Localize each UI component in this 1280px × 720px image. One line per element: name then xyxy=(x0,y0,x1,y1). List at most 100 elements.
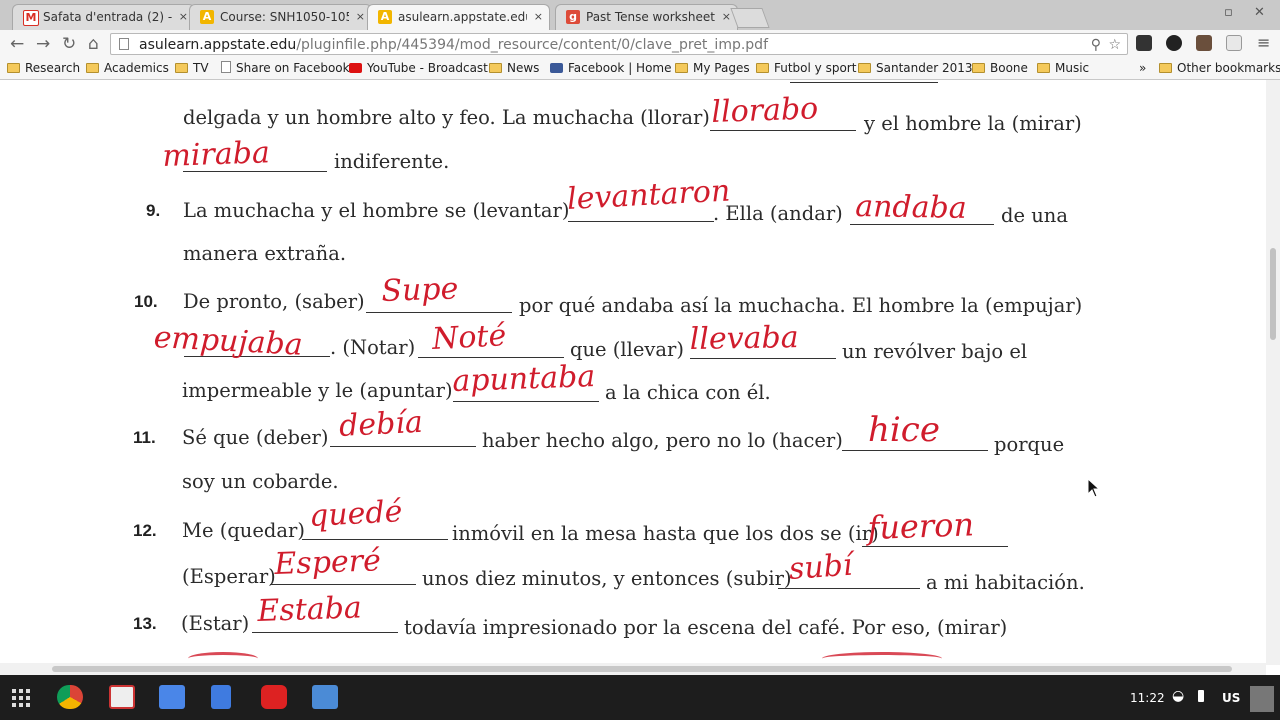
keyboard-layout: US xyxy=(1222,691,1241,705)
tab-title: asulearn.appstate.edu/p xyxy=(398,10,527,24)
answer-blank xyxy=(568,221,714,223)
extension-icon[interactable] xyxy=(1166,35,1182,51)
bookmark-facebook-home[interactable]: Facebook | Home xyxy=(550,61,672,76)
bookmark-academics[interactable]: Academics xyxy=(86,61,169,76)
youtube-icon[interactable] xyxy=(261,685,287,709)
close-icon[interactable]: × xyxy=(534,10,543,24)
clock: 11:22 xyxy=(1130,691,1165,705)
tab-gmail[interactable]: M Safata d'entrada (2) - bre × xyxy=(12,4,195,30)
answer-saber: Supe xyxy=(380,271,459,309)
bookmarks-overflow-button[interactable]: » xyxy=(1139,61,1146,76)
asulearn-icon: A xyxy=(200,10,214,24)
back-icon[interactable]: ← xyxy=(10,34,24,54)
docs-icon[interactable] xyxy=(211,685,231,709)
mouse-cursor-icon xyxy=(1087,478,1101,498)
tab-strip: M Safata d'entrada (2) - bre × A Course:… xyxy=(0,0,1280,31)
instagram-icon[interactable] xyxy=(1196,35,1212,51)
scrollbar-thumb[interactable] xyxy=(52,666,1232,672)
bookmark-star-icon[interactable]: ☆ xyxy=(1108,37,1121,53)
asulearn-icon: A xyxy=(378,10,392,24)
answer-blank xyxy=(710,130,856,132)
answer-llevar: llevaba xyxy=(689,320,799,357)
tab-title: Past Tense worksheet B xyxy=(586,10,715,24)
bookmark-youtube[interactable]: YouTube - Broadcast xyxy=(349,61,488,76)
home-icon[interactable]: ⌂ xyxy=(88,34,99,54)
bookmark-label: My Pages xyxy=(693,61,750,75)
gmail-icon[interactable] xyxy=(109,685,135,709)
worksheet-line: unos diez minutos, y entonces (subir) xyxy=(422,567,792,590)
toolbar: ← → ↻ ⌂ asulearn.appstate.edu/pluginfile… xyxy=(0,30,1280,58)
answer-blank xyxy=(453,401,599,403)
other-bookmarks[interactable]: Other bookmarks xyxy=(1159,61,1280,76)
answer-blank xyxy=(790,82,938,84)
files-icon[interactable] xyxy=(312,685,338,709)
address-bar[interactable]: asulearn.appstate.edu/pluginfile.php/445… xyxy=(110,33,1128,55)
tab-pdf[interactable]: A asulearn.appstate.edu/p × xyxy=(367,4,550,31)
gmail-icon: M xyxy=(23,10,39,26)
worksheet-line: . Ella (andar) xyxy=(713,202,843,225)
bookmark-label: TV xyxy=(193,61,209,75)
answer-blank xyxy=(418,357,564,359)
horizontal-scrollbar[interactable] xyxy=(0,663,1266,675)
app-launcher-icon[interactable] xyxy=(12,689,30,707)
google-search-icon[interactable] xyxy=(159,685,185,709)
tab-title: Course: SNH1050-105_[I xyxy=(220,10,349,24)
folder-icon xyxy=(858,63,871,73)
answer-estar: Estaba xyxy=(256,590,363,629)
answer-blank xyxy=(842,450,988,452)
worksheet-line: impermeable y le (apuntar) xyxy=(182,379,453,402)
bookmark-tv[interactable]: TV xyxy=(175,61,209,76)
minimize-icon[interactable]: ▫ xyxy=(1224,5,1233,20)
chrome-icon[interactable] xyxy=(57,685,83,709)
close-icon[interactable]: × xyxy=(179,10,188,24)
bookmark-music[interactable]: Music xyxy=(1037,61,1089,76)
item-number: 12. xyxy=(133,521,157,540)
answer-apuntar: apuntaba xyxy=(451,359,596,399)
zoom-icon[interactable]: ⚲ xyxy=(1091,37,1101,53)
folder-icon xyxy=(756,63,769,73)
answer-levantar: levantaron xyxy=(566,173,732,217)
item-number: 10. xyxy=(134,292,158,311)
tab-worksheet[interactable]: g Past Tense worksheet B × xyxy=(555,4,738,30)
bookmark-share-on-facebook[interactable]: Share on Facebook xyxy=(221,61,350,76)
folder-icon xyxy=(489,63,502,73)
worksheet-line: inmóvil en la mesa hasta que los dos se … xyxy=(452,522,879,545)
worksheet-line: De pronto, (saber) xyxy=(183,290,365,313)
url-path: /pluginfile.php/445394/mod_resource/cont… xyxy=(296,37,768,53)
folder-icon xyxy=(1037,63,1050,73)
bookmark-boone[interactable]: Boone xyxy=(972,61,1028,76)
tab-course[interactable]: A Course: SNH1050-105_[I × xyxy=(189,4,372,30)
folder-icon xyxy=(972,63,985,73)
close-icon[interactable]: × xyxy=(356,10,365,24)
vertical-scrollbar[interactable] xyxy=(1266,80,1280,665)
bookmark-label: Boone xyxy=(990,61,1028,75)
status-tray[interactable]: 11:22 ◒ US xyxy=(1122,682,1280,714)
forward-icon[interactable]: → xyxy=(36,34,50,54)
worksheet-line: (Estar) xyxy=(181,612,250,635)
extension-icon[interactable] xyxy=(1136,35,1152,51)
bookmark-news[interactable]: News xyxy=(489,61,539,76)
worksheet-line: indiferente. xyxy=(334,150,450,173)
bookmark-santander[interactable]: Santander 2013 xyxy=(858,61,973,76)
new-tab-button[interactable] xyxy=(730,8,770,28)
answer-deber: debía xyxy=(338,404,424,444)
avatar[interactable] xyxy=(1250,686,1274,712)
bookmark-my-pages[interactable]: My Pages xyxy=(675,61,750,76)
bookmark-futbol[interactable]: Futbol y sport xyxy=(756,61,856,76)
answer-blank xyxy=(690,358,836,360)
worksheet-line: a la chica con él. xyxy=(605,381,771,404)
reload-icon[interactable]: ↻ xyxy=(62,34,76,54)
answer-ir: fueron xyxy=(866,505,975,547)
bookmark-label: News xyxy=(507,61,540,75)
scrollbar-thumb[interactable] xyxy=(1270,248,1276,340)
address-url[interactable]: asulearn.appstate.edu/pluginfile.php/445… xyxy=(139,37,768,53)
menu-icon[interactable]: ≡ xyxy=(1257,33,1270,52)
close-icon[interactable]: × xyxy=(722,10,731,24)
bookmark-research[interactable]: Research xyxy=(7,61,80,76)
pdf-viewport[interactable]: delgada y un hombre alto y feo. La mucha… xyxy=(0,80,1280,675)
extension-icon[interactable] xyxy=(1226,35,1242,51)
close-window-icon[interactable]: ✕ xyxy=(1254,5,1265,20)
facebook-icon xyxy=(550,63,563,73)
bookmark-label: Music xyxy=(1055,61,1090,75)
worksheet-line: por qué andaba así la muchacha. El hombr… xyxy=(519,294,1083,317)
